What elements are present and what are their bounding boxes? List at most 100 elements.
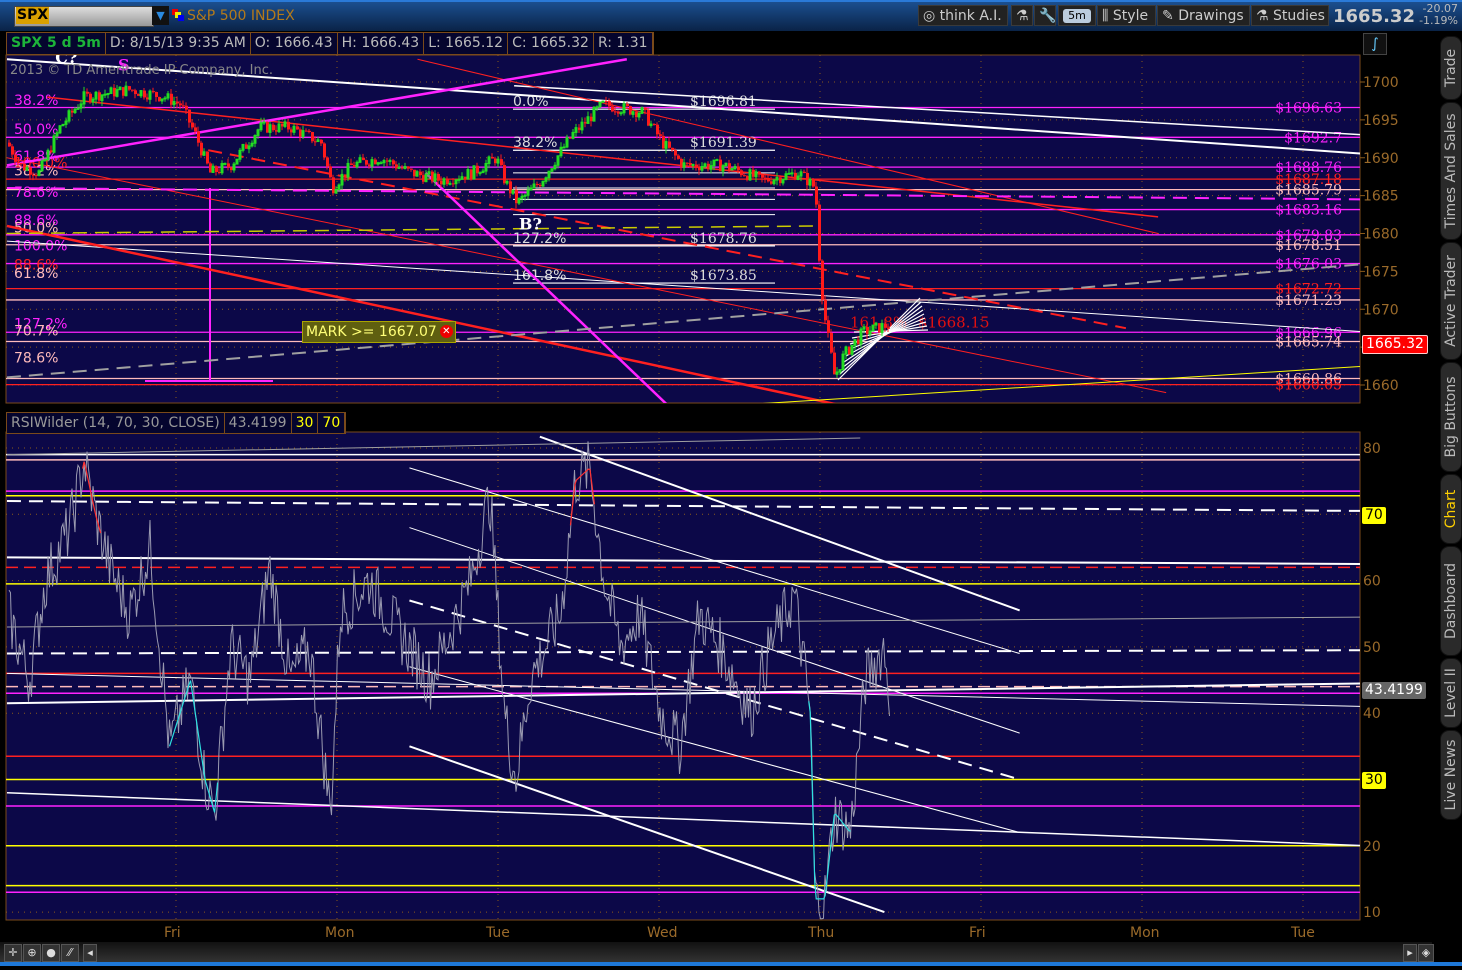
time-axis-label: Mon [325,925,355,941]
side-tab-dashboard[interactable]: Dashboard [1440,546,1462,656]
candle-down [536,184,539,186]
study-toggle-button[interactable]: ∫ [1363,33,1387,55]
candle-down [194,127,197,132]
candle-down [305,130,308,132]
side-tab-label: Active Trader [1443,255,1459,347]
interval-label: 5m [1063,9,1091,23]
quick-study-button[interactable]: ⚗ [1011,5,1033,26]
candle-down [86,91,89,94]
price-level-label: $1671.23 [1275,293,1342,309]
side-tab-big-buttons[interactable]: Big Buttons [1440,362,1462,472]
rsi-axis-label: 10 [1363,905,1381,921]
candle-down [191,122,194,128]
drawings-button[interactable]: ✎ Drawings [1157,5,1250,26]
interval-button[interactable]: 5m [1058,5,1096,26]
wrench-icon: 🔧 [1039,8,1057,24]
candle-down [407,166,410,169]
side-tab-level-ii[interactable]: Level II [1440,658,1462,728]
bar-close: C: 1665.32 [508,33,594,54]
studies-button[interactable]: ⚗ Studies [1251,5,1329,26]
candle-up [691,164,695,167]
candle-down [131,89,134,91]
side-tab-chart[interactable]: Chart [1440,474,1462,544]
candle-down [812,179,815,187]
think-ai-label: think A.I. [939,8,1002,24]
candle-up [106,93,110,96]
chart-canvas[interactable]: $1696.63$1692.7$1688.76$1687.18$1685.79$… [0,0,1462,970]
think-ai-icon: ◎ [923,8,936,24]
price-alert-mark[interactable]: MARK >= 1667.07 ✕ [302,321,456,343]
fib-price-label: $1678.76 [690,231,757,247]
candle-down [17,161,20,164]
candle-up [619,112,623,115]
price-axis-label: 1675 [1363,264,1399,280]
candle-down [311,132,314,142]
candle-down [197,131,200,143]
candle-down [350,163,353,166]
price-axis-label: 1670 [1363,302,1399,318]
time-axis-label: Tue [1291,925,1315,941]
think-ai-button[interactable]: ◎ think A.I. [918,5,1008,26]
candle-down [272,124,275,131]
candle-down [671,147,674,151]
candle-down [323,143,326,158]
candle-down [605,101,608,103]
candle-down [188,109,191,123]
candle-down [326,157,329,167]
candle-down [362,157,365,161]
time-axis-label: Wed [647,925,678,941]
candle-down [824,299,827,321]
side-tab-trade[interactable]: Trade [1440,36,1462,100]
flask-icon: ⚗ [1256,8,1269,24]
rsi-panel[interactable] [5,431,1361,921]
cursor-button[interactable]: ● [42,944,60,962]
side-tab-times-and-sales[interactable]: Times And Sales [1440,102,1462,240]
style-button[interactable]: ⫼ Style [1097,5,1156,26]
scroll-left-button[interactable]: ◂ [83,944,97,962]
zoom-button[interactable]: ⊕ [23,944,41,962]
scroll-right-button[interactable]: ▸ [1403,944,1417,962]
pan-button[interactable]: ✛ [4,944,22,962]
candle-down [227,163,230,168]
candle-down [656,124,659,135]
candle-down [32,174,35,176]
symbol-dropdown-button[interactable]: ▼ [152,6,169,25]
crosshair-icon: ✛ [8,946,18,959]
symbol-value[interactable]: SPX [16,7,50,24]
close-icon[interactable]: ✕ [439,325,453,338]
price-axis-label: 1695 [1363,113,1399,129]
candle-down [626,103,629,107]
price-axis-label: 1700 [1363,75,1399,91]
candle-down [758,171,761,174]
rsi-axis-label: 50 [1363,640,1381,656]
candle-down [737,166,740,171]
candle-down [491,156,494,159]
window-border [0,962,1462,966]
expand-button[interactable]: ◈ [1418,944,1434,962]
bar-low: L: 1665.12 [424,33,509,54]
side-tab-active-trader[interactable]: Active Trader [1440,242,1462,360]
fib-level-label: 78.6% [14,351,58,367]
candle-down [668,141,671,148]
candle-down [392,160,395,165]
link-color-icon[interactable] [172,9,184,21]
bar-date: D: 8/15/13 9:35 AM [106,33,251,54]
candle-down [20,163,23,165]
drawing-tool-button[interactable]: ⁄⁄ [61,944,79,962]
candle-down [674,150,677,156]
candle-down [500,159,503,166]
candle-down [761,173,764,178]
mark-label: MARK >= 1667.07 [306,324,437,340]
side-tab-live-news[interactable]: Live News [1440,730,1462,820]
candle-down [743,175,746,177]
chart-annotation: B? [519,215,542,234]
price-axis-label: 1685 [1363,189,1399,205]
candle-up [379,162,383,165]
time-axis-label: Fri [164,925,181,941]
candle-up [478,172,482,175]
copyright: 2013 © TD Ameritrade IP Company, Inc. [10,63,274,78]
curve-icon: ∫ [1371,36,1379,52]
settings-button[interactable]: 🔧 [1034,5,1056,26]
chart-title[interactable]: SPX 5 d 5m [7,33,106,54]
rsi-study-name[interactable]: RSIWilder (14, 70, 30, CLOSE) [7,413,225,433]
